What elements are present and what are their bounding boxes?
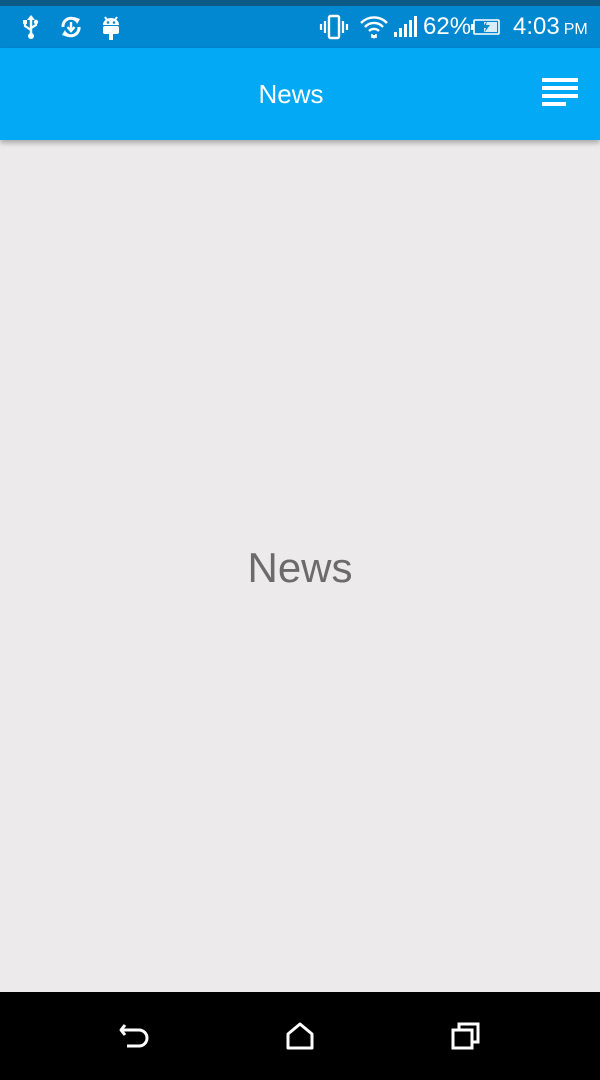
android-debug-icon [98,6,124,48]
menu-button[interactable] [540,76,580,112]
battery-percent: 62% [423,13,472,40]
back-icon [119,1024,149,1048]
vibrate-icon [318,6,350,48]
home-button[interactable] [278,1014,322,1058]
app-bar: News [0,48,600,140]
back-button[interactable] [112,1014,156,1058]
screen: 62% 4:03 PM News News [0,0,600,1080]
content-label: News [247,544,353,591]
status-time: 4:03 PM [513,6,588,48]
recents-button[interactable] [444,1014,488,1058]
status-bar: 62% 4:03 PM [0,0,600,48]
recents-icon [451,1022,480,1050]
sync-icon [56,6,86,48]
menu-lines-icon [540,76,580,112]
app-title: News [258,78,324,109]
home-icon [286,1022,314,1050]
clock-time: 4:03 [513,13,560,40]
clock-ampm: PM [563,21,588,38]
battery-charging-icon [470,6,502,48]
wifi-icon [358,6,390,48]
content-area: News [0,140,600,992]
nav-bar [0,992,600,1080]
usb-icon [18,6,44,48]
signal-icon [392,6,418,48]
